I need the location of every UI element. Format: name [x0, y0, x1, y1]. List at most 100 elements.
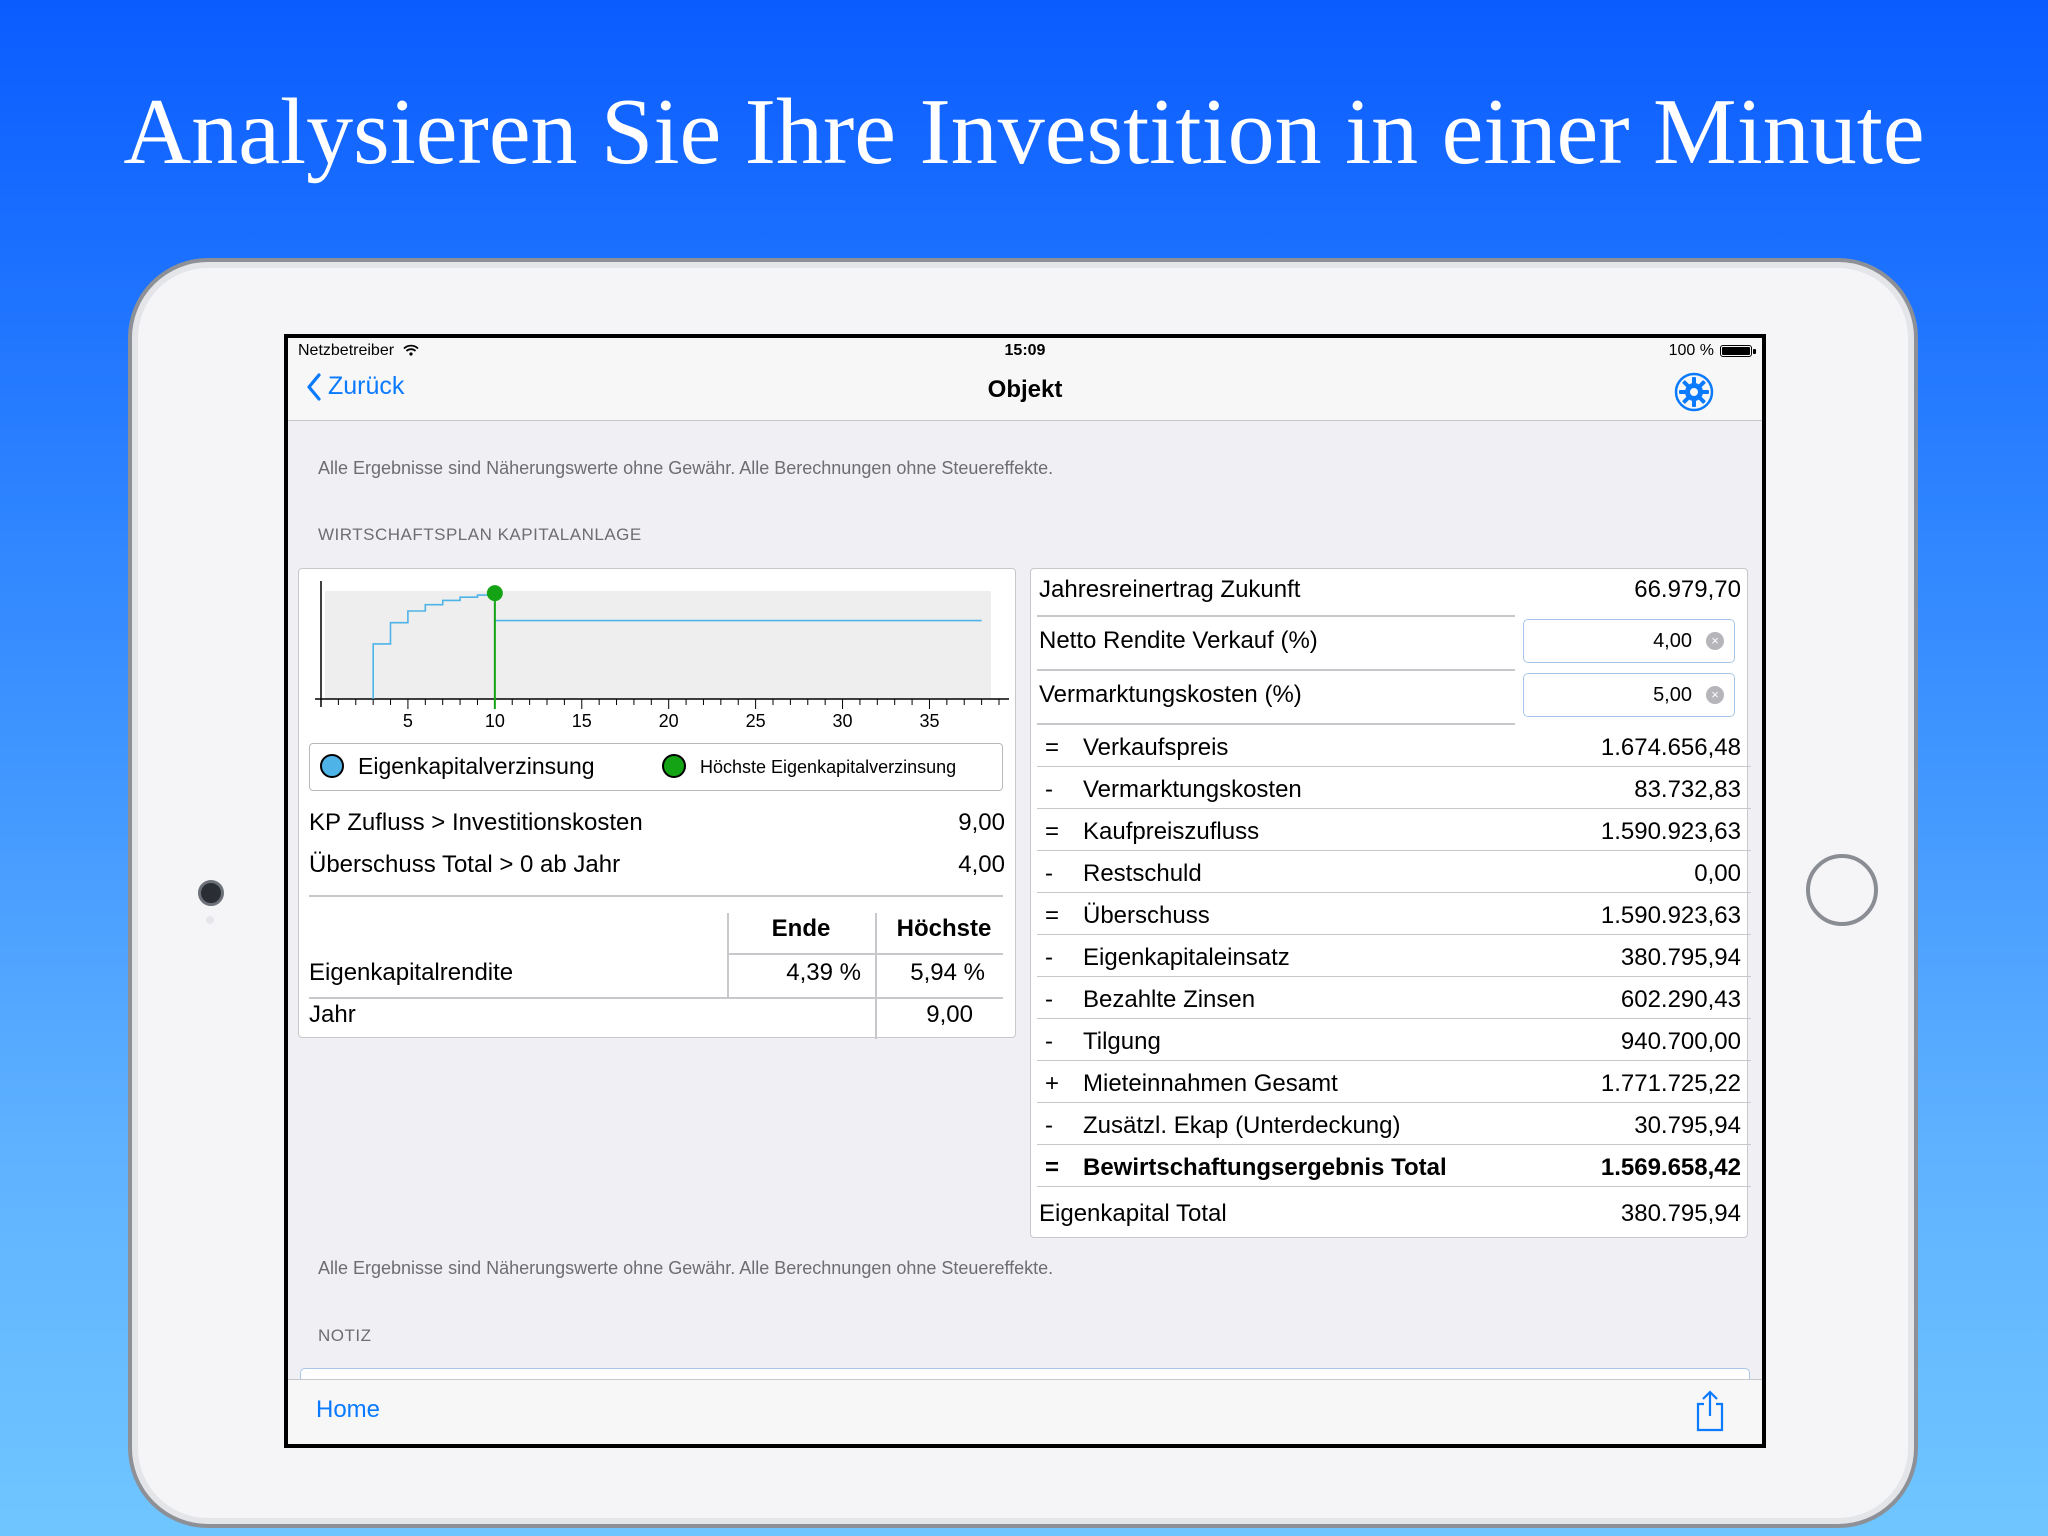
app: Netzbetreiber 15:09 100 % Zurück Objekt: [288, 338, 1762, 1444]
chart-highlight-point: [486, 585, 503, 602]
kp-zufluss-label: KP Zufluss > Investitionskosten: [309, 809, 643, 836]
chart-x-tick-label: 25: [746, 711, 766, 729]
calc-value: 30.795,94: [1634, 1112, 1741, 1139]
col-hoechste: Höchste: [896, 915, 992, 942]
home-button[interactable]: [1806, 854, 1878, 926]
battery-label: 100 %: [1668, 342, 1714, 359]
calc-row: - Bezahlte Zinsen 602.290,43: [1031, 979, 1751, 1019]
jahresreinertrag-row: Jahresreinertrag Zukunft 66.979,70: [1031, 569, 1751, 609]
navigation-bar: Zurück Objekt: [288, 362, 1762, 421]
calc-label: Restschuld: [1083, 860, 1202, 887]
chart-x-tick-label: 35: [919, 711, 939, 729]
kp-zufluss-value: 9,00: [958, 809, 1005, 836]
calc-label: Mieteinnahmen Gesamt: [1083, 1070, 1338, 1097]
chart-x-tick-label: 15: [572, 711, 592, 729]
status-battery: 100 %: [1668, 342, 1756, 360]
netto-rendite-label: Netto Rendite Verkauf (%): [1039, 627, 1318, 654]
calc-value: 0,00: [1694, 860, 1741, 887]
calc-row: - Restschuld 0,00: [1031, 853, 1751, 893]
legend-series-marker: [320, 754, 344, 778]
calc-separator: [1037, 1101, 1751, 1103]
calc-separator: [1037, 1143, 1751, 1145]
col-ende: Ende: [771, 915, 831, 942]
bottom-toolbar: Home: [288, 1379, 1762, 1444]
calc-value: 940.700,00: [1620, 1028, 1741, 1055]
calc-value: 380.795,94: [1620, 944, 1741, 971]
calc-label: Überschuss: [1083, 902, 1210, 929]
netto-rendite-field[interactable]: ×: [1523, 619, 1735, 663]
clear-icon[interactable]: ×: [1706, 686, 1724, 704]
screen: Netzbetreiber 15:09 100 % Zurück Objekt: [284, 334, 1766, 1448]
vermarktungskosten-input[interactable]: [1530, 680, 1694, 710]
calc-row: - Vermarktungskosten 83.732,83: [1031, 769, 1751, 809]
results-card: Jahresreinertrag Zukunft 66.979,70 Netto…: [1030, 568, 1751, 1238]
eigenkapitalrendite-ende: 4,39 %: [786, 959, 861, 986]
camera-sensor: [206, 916, 214, 924]
legend-series-label: Eigenkapitalverzinsung: [358, 753, 595, 779]
calc-separator: [1037, 765, 1751, 767]
calc-operator: -: [1045, 1028, 1053, 1055]
calc-separator: [1037, 1185, 1751, 1187]
calc-operator: -: [1045, 860, 1053, 887]
calc-label: Kaufpreiszufluss: [1083, 818, 1260, 845]
calc-operator: -: [1045, 944, 1053, 971]
legend-highlight-marker: [662, 754, 686, 778]
calc-operator: -: [1045, 776, 1053, 803]
battery-icon: [1720, 345, 1756, 357]
calc-label: Eigenkapitaleinsatz: [1083, 944, 1290, 971]
calc-label: Verkaufspreis: [1083, 734, 1229, 761]
calc-operator: =: [1045, 902, 1060, 929]
calc-operator: =: [1045, 818, 1060, 845]
chart-x-tick-label: 30: [833, 711, 853, 729]
section-title: WIRTSCHAFTSPLAN KAPITALANLAGE: [318, 525, 642, 544]
chart-x-tick-label: 5: [403, 711, 413, 729]
calc-separator: [1037, 807, 1751, 809]
calc-row: - Zusätzl. Ekap (Unterdeckung) 30.795,94: [1031, 1105, 1751, 1145]
chart-legend: Eigenkapitalverzinsung Höchste Eigenkapi…: [309, 743, 1003, 791]
calc-row: = Kaufpreiszufluss 1.590.923,63: [1031, 811, 1751, 851]
eigenkapital-total-value: 380.795,94: [1620, 1200, 1741, 1227]
calc-separator: [1037, 933, 1751, 935]
calc-operator: -: [1045, 1112, 1053, 1139]
calc-row: - Tilgung 940.700,00: [1031, 1021, 1751, 1061]
calc-value: 1.590.923,63: [1600, 902, 1741, 929]
calc-label: Bewirtschaftungsergebnis Total: [1083, 1154, 1447, 1181]
calc-value: 1.590.923,63: [1600, 818, 1741, 845]
calc-separator: [1037, 1059, 1751, 1061]
calc-value: 83.732,83: [1634, 776, 1741, 803]
calc-row: - Eigenkapitaleinsatz 380.795,94: [1031, 937, 1751, 977]
headline: Analysieren Sie Ihre Investition in eine…: [123, 80, 1925, 184]
vermarktungskosten-field[interactable]: ×: [1523, 673, 1735, 717]
jahresreinertrag-value: 66.979,70: [1634, 576, 1741, 603]
calc-row: = Überschuss 1.590.923,63: [1031, 895, 1751, 935]
calc-label: Zusätzl. Ekap (Unterdeckung): [1083, 1112, 1401, 1139]
note-section-title: NOTIZ: [318, 1326, 372, 1345]
home-link[interactable]: Home: [316, 1396, 380, 1424]
camera: [198, 880, 224, 906]
calc-value: 1.674.656,48: [1600, 734, 1741, 761]
calc-label: Bezahlte Zinsen: [1083, 986, 1256, 1013]
clear-icon[interactable]: ×: [1706, 632, 1724, 650]
chart-card: 5 10 15 20 25 30 35 Eigenkapitalverzinsung Höc…: [298, 568, 1016, 1039]
eigenkapitalrendite-hoechste: 5,94 %: [910, 959, 985, 986]
calc-label: Vermarktungskosten: [1083, 776, 1302, 803]
disclaimer-top: Alle Ergebnisse sind Näherungswerte ohne…: [318, 458, 1054, 478]
netto-rendite-input[interactable]: [1530, 626, 1694, 656]
nav-title: Objekt: [987, 376, 1063, 403]
calc-separator: [1037, 849, 1751, 851]
calc-row: = Verkaufspreis 1.674.656,48: [1031, 727, 1751, 767]
legend-highlight-label: Höchste Eigenkapitalverzinsung: [700, 757, 957, 777]
ueberschuss-value: 4,00: [958, 851, 1005, 878]
calc-row: + Mieteinnahmen Gesamt 1.771.725,22: [1031, 1063, 1751, 1103]
calc-operator: +: [1045, 1070, 1060, 1097]
vermarktungskosten-label: Vermarktungskosten (%): [1039, 681, 1302, 708]
calc-value: 602.290,43: [1620, 986, 1741, 1013]
calc-label: Tilgung: [1083, 1028, 1161, 1055]
gear-icon[interactable]: [1674, 372, 1714, 412]
eigenkapital-chart: 5 10 15 20 25 30 35: [315, 581, 1009, 729]
ueberschuss-label: Überschuss Total > 0 ab Jahr: [309, 851, 621, 878]
calc-value: 1.569.658,42: [1600, 1154, 1741, 1181]
chart-x-tick-label: 10: [485, 711, 505, 729]
share-icon[interactable]: [1694, 1390, 1726, 1432]
jahr-label: Jahr: [309, 1001, 356, 1028]
